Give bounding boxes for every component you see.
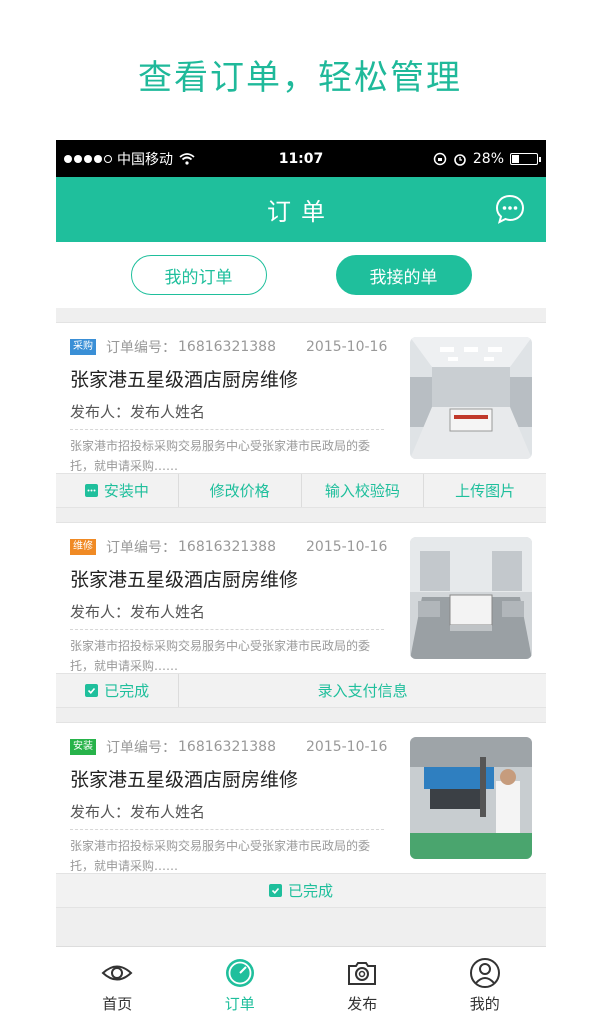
alarm-icon (454, 153, 466, 166)
order-action-bar: 已完成 录入支付信息 (56, 673, 546, 707)
headline: 查看订单，轻松管理 (138, 58, 462, 98)
order-description: 张家港市招投标采购交易服务中心受张家港市民政局的委托，就申请采购…… (70, 639, 371, 673)
signal-strength-icon (64, 154, 112, 163)
tab-accepted-orders[interactable]: 我接的单 (335, 255, 472, 295)
tab-publish-label: 发布 (347, 995, 378, 1013)
order-number: 16816321388 (178, 539, 276, 555)
modify-price-button[interactable]: 修改价格 (179, 474, 302, 507)
upload-image-button[interactable]: 上传图片 (424, 474, 546, 507)
camera-icon (348, 962, 377, 985)
order-status: 安装中 (56, 474, 179, 507)
order-description: 张家港市招投标采购交易服务中心受张家港市民政局的委托，就申请采购…… (70, 839, 371, 873)
order-type-badge: 安装 (70, 739, 96, 755)
order-list: 采购 订单编号： 16816321388 2015-10-16 张家港五星级酒店… (56, 308, 546, 908)
order-action-bar: 安装中 修改价格 输入校验码 上传图片 (56, 473, 546, 507)
order-type-segment: 我的订单 我接的单 (56, 242, 546, 308)
user-icon (469, 958, 500, 988)
order-thumbnail (410, 537, 532, 659)
page-title: 订单 (267, 198, 335, 226)
tab-orders[interactable]: 订单 (179, 947, 302, 1024)
tab-my-orders[interactable]: 我的订单 (130, 255, 267, 295)
order-number-label: 订单编号： (106, 340, 176, 356)
publisher-label: 发布人： (70, 803, 131, 821)
battery-percent: 28% (472, 150, 504, 167)
order-date: 2015-10-16 (306, 339, 388, 355)
publisher-row: 发布人：发布人姓名 (70, 401, 384, 430)
order-card[interactable]: 维修 订单编号： 16816321388 2015-10-16 张家港五星级酒店… (56, 522, 546, 708)
publisher-name: 发布人姓名 (130, 803, 206, 821)
status-bar: 中国移动 11:07 28% (56, 140, 546, 177)
chat-bubble-icon[interactable] (494, 193, 526, 225)
checkbox-checked-icon (268, 884, 282, 897)
tab-home-label: 首页 (102, 995, 133, 1013)
bottom-tab-bar: 首页 订单 发布 我的 (56, 946, 546, 1024)
tab-publish[interactable]: 发布 (301, 947, 424, 1024)
order-description: 张家港市招投标采购交易服务中心受张家港市民政局的委托，就申请采购…… (70, 439, 371, 473)
order-number: 16816321388 (178, 739, 276, 755)
in-progress-icon (84, 484, 98, 497)
order-status-label: 已完成 (287, 882, 333, 900)
publisher-name: 发布人姓名 (130, 603, 206, 621)
tab-profile-label: 我的 (469, 995, 500, 1013)
order-status-label: 安装中 (103, 482, 149, 500)
wifi-icon (179, 152, 195, 165)
order-status-label: 已完成 (104, 682, 150, 700)
publisher-row: 发布人：发布人姓名 (70, 601, 384, 630)
order-card[interactable]: 采购 订单编号： 16816321388 2015-10-16 张家港五星级酒店… (56, 322, 546, 508)
tab-home[interactable]: 首页 (56, 947, 179, 1024)
order-card[interactable]: 安装 订单编号： 16816321388 2015-10-16 张家港五星级酒店… (56, 722, 546, 908)
tab-profile[interactable]: 我的 (424, 947, 547, 1024)
publisher-label: 发布人： (70, 603, 131, 621)
publisher-row: 发布人：发布人姓名 (70, 801, 384, 830)
order-date: 2015-10-16 (306, 739, 388, 755)
order-number: 16816321388 (178, 339, 276, 355)
nav-bar: 订单 (56, 177, 546, 242)
order-status: 已完成 (56, 874, 546, 907)
carrier-name: 中国移动 (117, 151, 173, 168)
checkbox-checked-icon (85, 684, 99, 697)
publisher-label: 发布人： (70, 403, 131, 421)
tab-orders-label: 订单 (224, 995, 255, 1013)
clock-icon (225, 959, 254, 987)
phone-screen: 中国移动 11:07 28% 订单 我的订单 我接的单 采购 订单编号： 168… (56, 140, 546, 1024)
order-thumbnail (410, 337, 532, 459)
eye-icon (101, 965, 133, 981)
enter-code-button[interactable]: 输入校验码 (302, 474, 425, 507)
publisher-name: 发布人姓名 (130, 403, 206, 421)
enter-payment-button[interactable]: 录入支付信息 (179, 674, 546, 707)
order-number-label: 订单编号： (106, 740, 176, 756)
order-type-badge: 采购 (70, 339, 96, 355)
order-action-bar: 已完成 (56, 873, 546, 907)
order-date: 2015-10-16 (306, 539, 388, 555)
rotation-lock-icon (433, 152, 447, 165)
order-type-badge: 维修 (70, 539, 96, 555)
order-number-label: 订单编号： (106, 540, 176, 556)
battery-icon (510, 152, 541, 165)
order-status: 已完成 (56, 674, 180, 707)
order-thumbnail (410, 737, 532, 859)
